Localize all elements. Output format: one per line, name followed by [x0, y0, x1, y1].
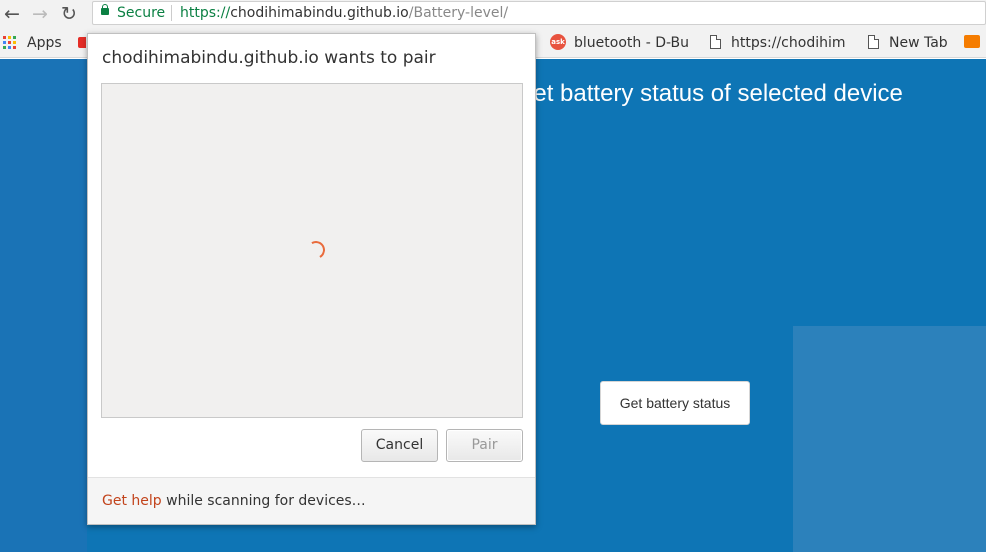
- footer-text: Get help while scanning for devices…: [102, 493, 366, 509]
- apps-grid-icon: [3, 36, 17, 50]
- bookmark-new-tab[interactable]: New Tab: [889, 34, 948, 52]
- url-scheme: https://: [180, 5, 231, 21]
- reload-button[interactable]: ↻: [58, 3, 80, 25]
- chat-icon[interactable]: [964, 35, 980, 48]
- lock-icon: [101, 4, 109, 15]
- browser-toolbar: ← → ↻ Secure https://chodihimabindu.gith…: [0, 0, 986, 28]
- bookmark-apps[interactable]: Apps: [27, 34, 62, 52]
- url-path: /Battery-level/: [408, 5, 509, 21]
- get-help-link[interactable]: Get help: [102, 493, 162, 509]
- url-domain: chodihimabindu.github.io: [230, 5, 409, 21]
- device-list[interactable]: [101, 83, 523, 418]
- loading-spinner-icon: [304, 238, 328, 262]
- url-text[interactable]: https://chodihimabindu.github.io/Battery…: [180, 4, 508, 22]
- page-icon: [710, 35, 721, 49]
- omnibox-divider: [171, 5, 172, 21]
- youtube-icon[interactable]: [78, 37, 86, 48]
- dialog-title: chodihimabindu.github.io wants to pair: [102, 48, 436, 68]
- pair-button[interactable]: Pair: [446, 429, 523, 462]
- forward-button[interactable]: →: [29, 3, 51, 25]
- bookmark-chodihim[interactable]: https://chodihim: [731, 34, 846, 52]
- arrow-left-icon: ←: [4, 3, 20, 25]
- page-icon: [868, 35, 879, 49]
- pair-dialog: chodihimabindu.github.io wants to pair C…: [87, 33, 536, 525]
- back-button[interactable]: ←: [1, 3, 23, 25]
- decorative-panel: [793, 326, 986, 552]
- dialog-footer: Get help while scanning for devices…: [88, 477, 535, 524]
- page-heading: o get battery status of selected device: [500, 80, 903, 107]
- arrow-right-icon: →: [32, 3, 48, 25]
- secure-label: Secure: [117, 5, 166, 21]
- ask-icon: ask: [550, 34, 566, 50]
- address-bar[interactable]: Secure https://chodihimabindu.github.io/…: [92, 1, 986, 25]
- reload-icon: ↻: [61, 3, 77, 25]
- bookmark-bluetooth[interactable]: bluetooth - D-Bu: [574, 34, 689, 52]
- cancel-button[interactable]: Cancel: [361, 429, 438, 462]
- footer-scanning-text: while scanning for devices…: [161, 493, 366, 509]
- get-battery-status-button[interactable]: Get battery status: [600, 381, 750, 425]
- page-left-strip: [0, 59, 87, 552]
